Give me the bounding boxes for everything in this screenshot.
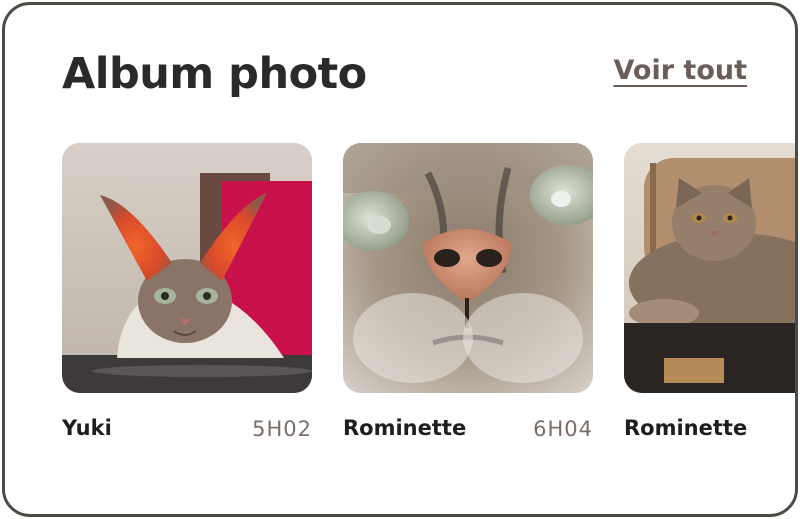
- album-card: Album photo Voir tout Yuki 5H02 Rominett…: [2, 2, 798, 517]
- see-all-link[interactable]: Voir tout: [613, 55, 747, 86]
- photo-name: Rominette: [624, 416, 748, 440]
- photo-thumbnail[interactable]: [62, 143, 312, 393]
- album-header: Album photo Voir tout: [5, 5, 795, 125]
- sphynx-cat-photo: [62, 143, 312, 393]
- photo-card[interactable]: Yuki 5H02: [62, 143, 312, 453]
- photo-name: Rominette: [343, 416, 467, 440]
- photo-time: 5H02: [252, 417, 312, 441]
- photo-carousel[interactable]: Yuki 5H02 Rominette 6H04 Rominette: [62, 143, 795, 463]
- page-title: Album photo: [62, 49, 367, 99]
- photo-thumbnail[interactable]: [624, 143, 795, 393]
- cat-nose-closeup-photo: [343, 143, 593, 393]
- tabby-cat-on-chair-photo: [624, 143, 795, 393]
- photo-time: 6H04: [533, 417, 593, 441]
- photo-card[interactable]: Rominette 6H04: [343, 143, 593, 453]
- photo-card[interactable]: Rominette: [624, 143, 795, 453]
- photo-name: Yuki: [62, 416, 112, 440]
- photo-thumbnail[interactable]: [343, 143, 593, 393]
